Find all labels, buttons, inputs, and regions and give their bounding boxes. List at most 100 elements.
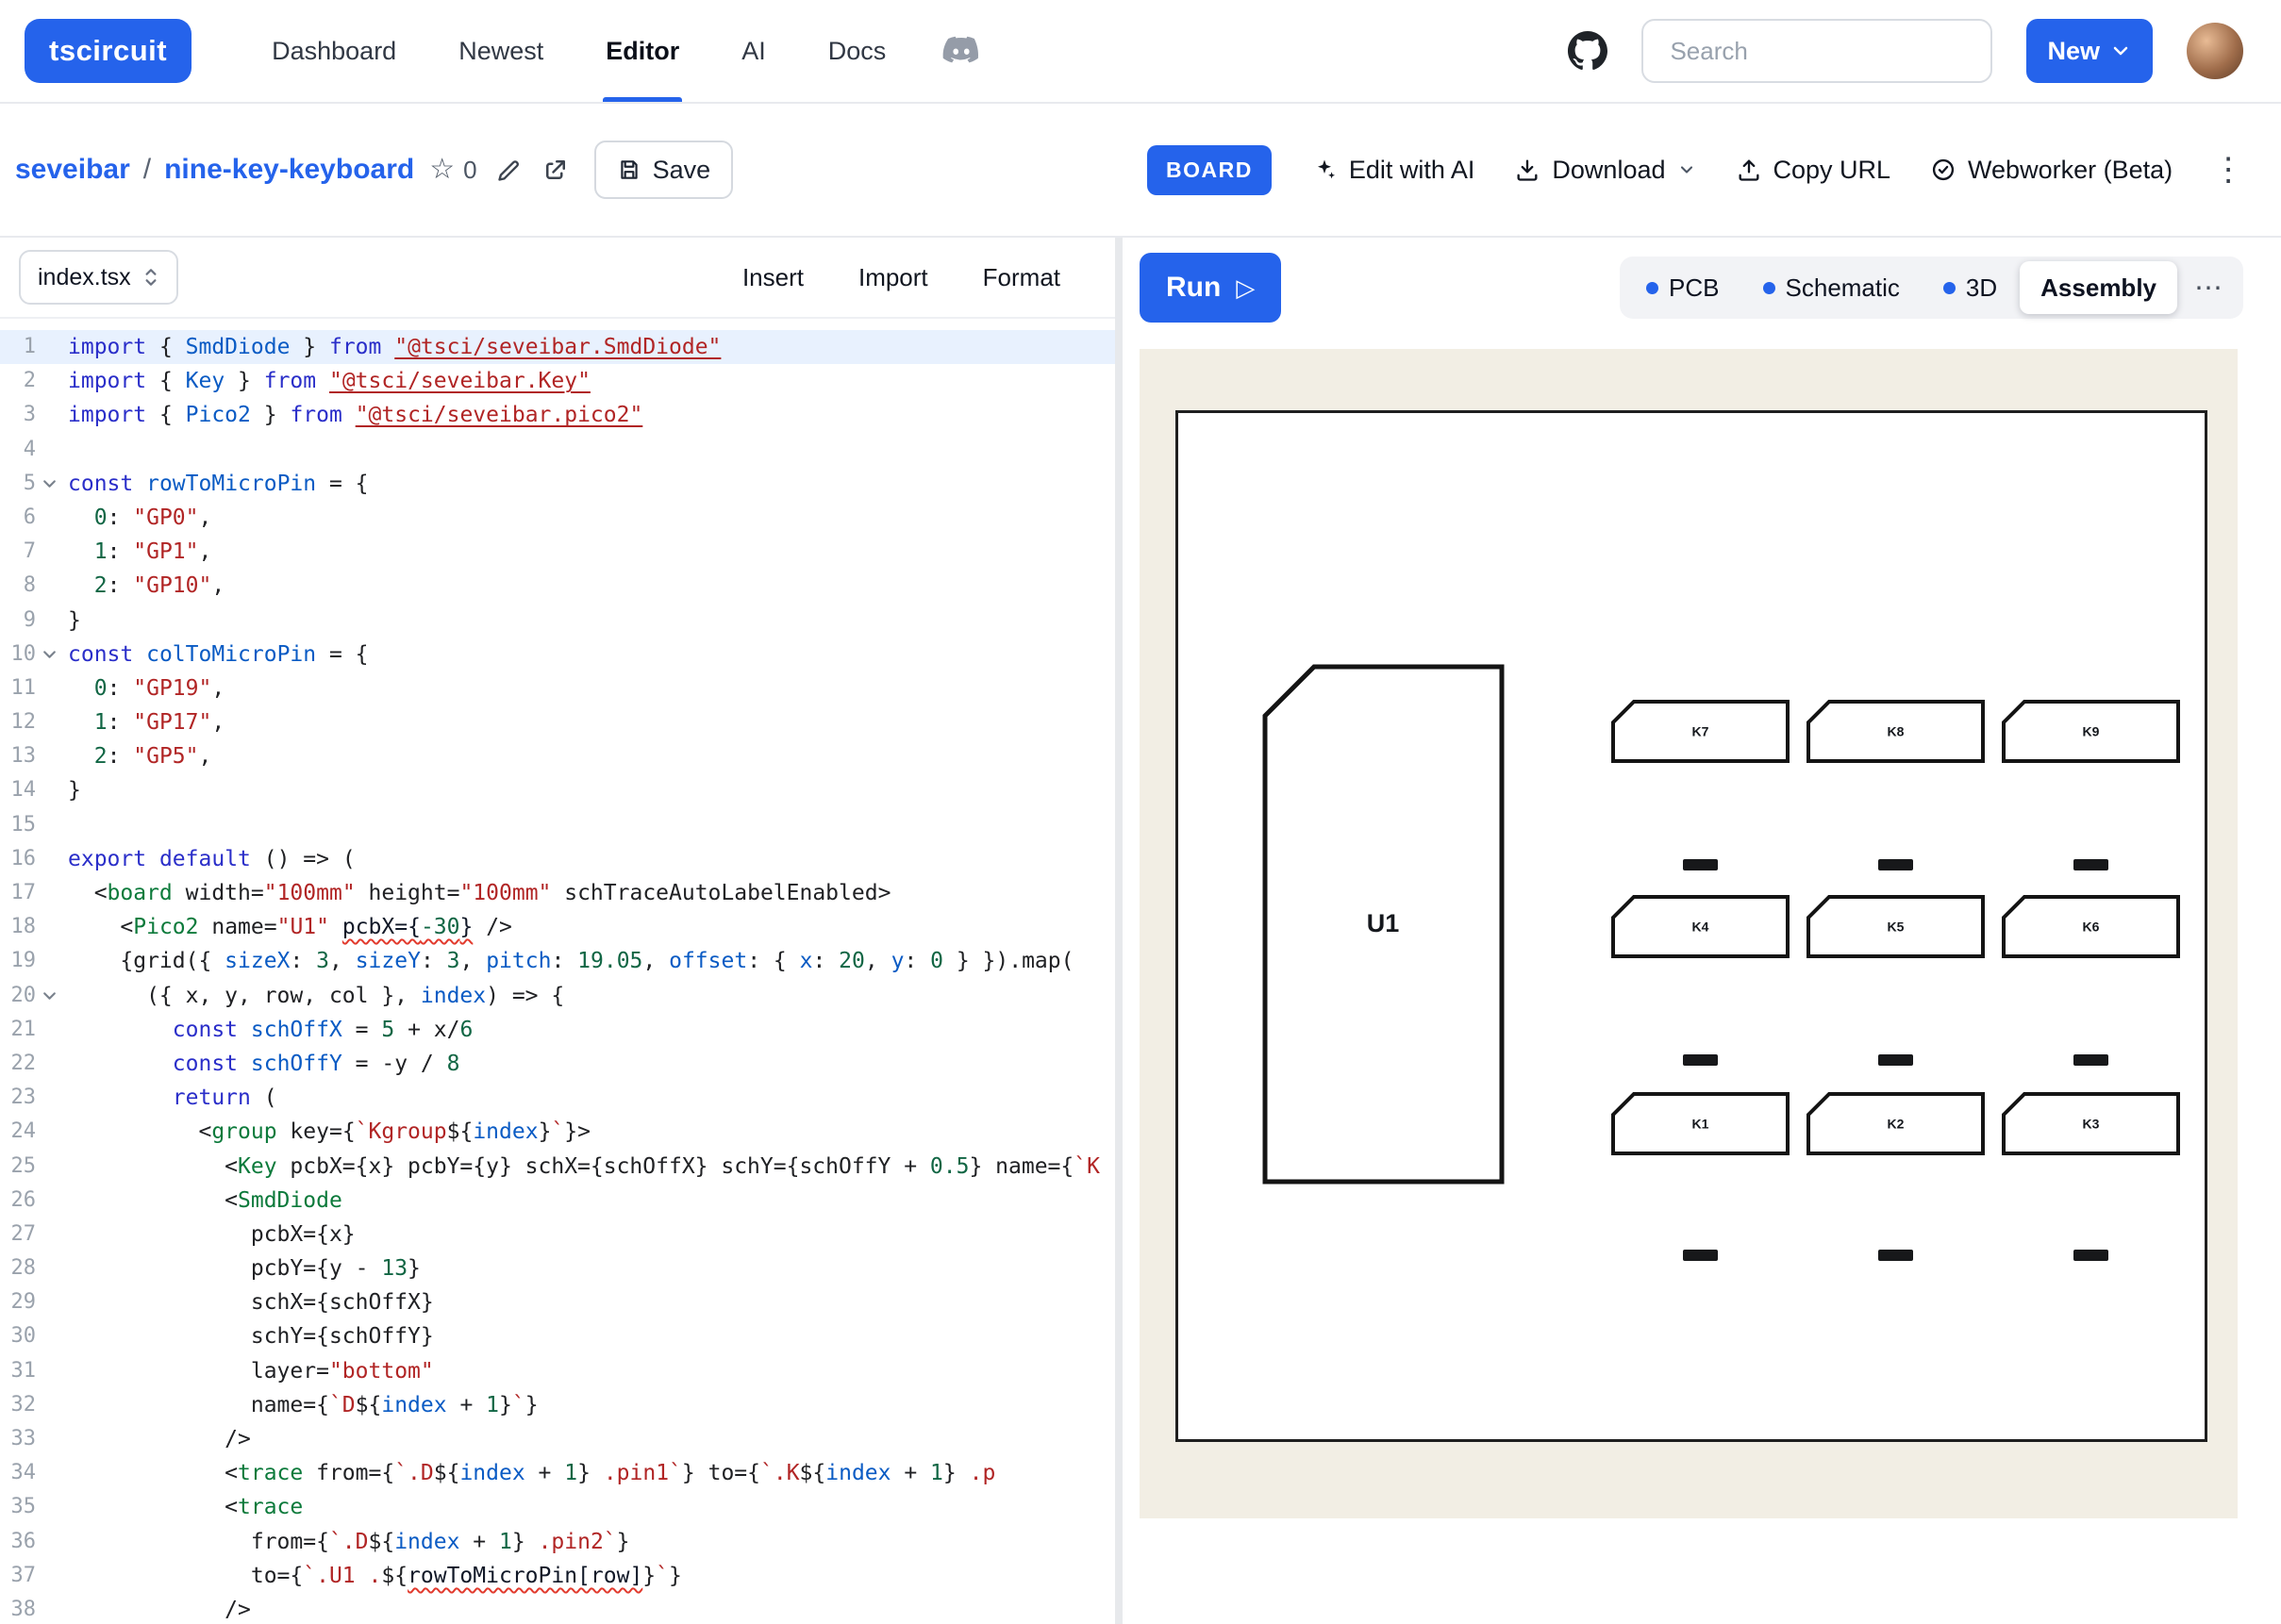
github-icon[interactable] <box>1568 31 1607 71</box>
sparkles-icon <box>1311 157 1338 183</box>
code-line-24[interactable]: 24 <group key={`Kgroup${index}`}> <box>0 1115 1115 1149</box>
code-line-22[interactable]: 22 const schOffY = -y / 8 <box>0 1047 1115 1081</box>
nav-item-docs[interactable]: Docs <box>797 0 918 102</box>
save-button[interactable]: Save <box>594 141 734 199</box>
breadcrumb-user[interactable]: seveibar <box>15 154 130 186</box>
webworker-button[interactable]: Webworker (Beta) <box>1930 156 2173 185</box>
fold-spacer <box>36 1422 62 1456</box>
code-line-29[interactable]: 29 schX={schOffX} <box>0 1285 1115 1319</box>
code-line-20[interactable]: 20 ({ x, y, row, col }, index) => { <box>0 979 1115 1013</box>
code-line-26[interactable]: 26 <SmdDiode <box>0 1184 1115 1218</box>
code-line-5[interactable]: 5const rowToMicroPin = { <box>0 467 1115 501</box>
code-line-38[interactable]: 38 /> <box>0 1593 1115 1624</box>
tabs-more-icon[interactable]: ⋯ <box>2179 272 2238 305</box>
star-button[interactable]: ☆ 0 <box>429 156 476 185</box>
download-button[interactable]: Download <box>1514 156 1695 185</box>
board-badge[interactable]: BOARD <box>1147 145 1272 195</box>
nav-item-ai[interactable]: AI <box>710 0 797 102</box>
run-button[interactable]: Run ▷ <box>1140 253 1281 323</box>
code-line-6[interactable]: 6 0: "GP0", <box>0 501 1115 535</box>
code-line-17[interactable]: 17 <board width="100mm" height="100mm" s… <box>0 876 1115 910</box>
code-line-36[interactable]: 36 from={`.D${index + 1} .pin2`} <box>0 1525 1115 1559</box>
code-line-9[interactable]: 9} <box>0 604 1115 638</box>
code-text: /> <box>62 1593 251 1624</box>
assembly-diode[interactable] <box>1683 859 1718 870</box>
fold-spacer <box>36 1593 62 1624</box>
code-line-18[interactable]: 18 <Pico2 name="U1" pcbX={-30} /> <box>0 910 1115 944</box>
code-line-30[interactable]: 30 schY={schOffY} <box>0 1319 1115 1353</box>
assembly-canvas[interactable]: U1K7K8K9K4K5K6K1K2K3 <box>1140 349 2238 1518</box>
code-line-3[interactable]: 3import { Pico2 } from "@tsci/seveibar.p… <box>0 398 1115 432</box>
assembly-diode[interactable] <box>1878 859 1913 870</box>
edit-with-ai-button[interactable]: Edit with AI <box>1311 156 1475 185</box>
assembly-diode[interactable] <box>1878 1054 1913 1066</box>
code-line-15[interactable]: 15 <box>0 808 1115 842</box>
nav-item-editor[interactable]: Editor <box>574 0 710 102</box>
discord-icon[interactable] <box>941 36 981 66</box>
nav-item-dashboard[interactable]: Dashboard <box>241 0 427 102</box>
code-line-28[interactable]: 28 pcbY={y - 13} <box>0 1251 1115 1285</box>
editor-menu-format[interactable]: Format <box>983 263 1060 292</box>
assembly-diode[interactable] <box>2073 859 2108 870</box>
code-line-34[interactable]: 34 <trace from={`.D${index + 1} .pin1`} … <box>0 1456 1115 1490</box>
file-tab[interactable]: index.tsx <box>19 250 178 305</box>
code-line-11[interactable]: 11 0: "GP19", <box>0 671 1115 705</box>
code-area[interactable]: 1import { SmdDiode } from "@tsci/seveiba… <box>0 319 1115 1624</box>
more-options-kebab-icon[interactable]: ⋮ <box>2212 154 2244 186</box>
open-external-icon[interactable] <box>541 156 570 184</box>
gutter: 12 <box>0 705 62 739</box>
tab-schematic[interactable]: Schematic <box>1742 261 1921 314</box>
code-line-19[interactable]: 19 {grid({ sizeX: 3, sizeY: 3, pitch: 19… <box>0 944 1115 978</box>
code-line-25[interactable]: 25 <Key pcbX={x} pcbY={y} schX={schOffX}… <box>0 1150 1115 1184</box>
fold-spacer <box>36 330 62 364</box>
tscircuit-logo[interactable]: tscircuit <box>25 19 191 83</box>
fold-chevron-icon[interactable] <box>36 638 62 671</box>
code-line-7[interactable]: 7 1: "GP1", <box>0 535 1115 569</box>
new-button[interactable]: New <box>2026 19 2153 83</box>
assembly-diode[interactable] <box>1683 1054 1718 1066</box>
fold-chevron-icon[interactable] <box>36 979 62 1013</box>
line-number: 25 <box>0 1150 36 1184</box>
copy-url-button[interactable]: Copy URL <box>1736 156 1891 185</box>
tab-3d[interactable]: 3D <box>1923 261 2018 314</box>
fold-spacer <box>36 705 62 739</box>
code-line-32[interactable]: 32 name={`D${index + 1}`} <box>0 1388 1115 1422</box>
code-line-8[interactable]: 8 2: "GP10", <box>0 569 1115 603</box>
code-line-12[interactable]: 12 1: "GP17", <box>0 705 1115 739</box>
tab-pcb[interactable]: PCB <box>1625 261 1740 314</box>
fold-chevron-icon[interactable] <box>36 467 62 501</box>
gutter: 29 <box>0 1285 62 1319</box>
nav-item-newest[interactable]: Newest <box>427 0 574 102</box>
breadcrumb-project[interactable]: nine-key-keyboard <box>164 154 414 186</box>
code-line-21[interactable]: 21 const schOffX = 5 + x/6 <box>0 1013 1115 1047</box>
search-input[interactable] <box>1641 19 1992 83</box>
code-text: return ( <box>62 1081 277 1115</box>
fold-spacer <box>36 1388 62 1422</box>
code-line-27[interactable]: 27 pcbX={x} <box>0 1218 1115 1251</box>
code-line-4[interactable]: 4 <box>0 433 1115 467</box>
line-number: 31 <box>0 1354 36 1388</box>
code-line-14[interactable]: 14} <box>0 773 1115 807</box>
code-line-35[interactable]: 35 <trace <box>0 1490 1115 1524</box>
assembly-diode[interactable] <box>1683 1250 1718 1261</box>
code-line-16[interactable]: 16export default () => ( <box>0 842 1115 876</box>
code-line-23[interactable]: 23 return ( <box>0 1081 1115 1115</box>
code-line-31[interactable]: 31 layer="bottom" <box>0 1354 1115 1388</box>
code-line-13[interactable]: 13 2: "GP5", <box>0 739 1115 773</box>
editor-menu-insert[interactable]: Insert <box>742 263 804 292</box>
assembly-diode[interactable] <box>1878 1250 1913 1261</box>
code-line-33[interactable]: 33 /> <box>0 1422 1115 1456</box>
tab-assembly[interactable]: Assembly <box>2020 261 2177 314</box>
code-text: const colToMicroPin = { <box>62 638 369 671</box>
rename-pencil-icon[interactable] <box>496 157 523 183</box>
code-line-1[interactable]: 1import { SmdDiode } from "@tsci/seveiba… <box>0 330 1115 364</box>
code-line-2[interactable]: 2import { Key } from "@tsci/seveibar.Key… <box>0 364 1115 398</box>
code-line-37[interactable]: 37 to={`.U1 .${rowToMicroPin[row]}`} <box>0 1559 1115 1593</box>
user-avatar[interactable] <box>2187 23 2243 79</box>
editor-menu-import[interactable]: Import <box>858 263 928 292</box>
line-number: 2 <box>0 364 36 398</box>
assembly-diode[interactable] <box>2073 1054 2108 1066</box>
file-tab-label: index.tsx <box>38 264 131 291</box>
assembly-diode[interactable] <box>2073 1250 2108 1261</box>
code-line-10[interactable]: 10const colToMicroPin = { <box>0 638 1115 671</box>
